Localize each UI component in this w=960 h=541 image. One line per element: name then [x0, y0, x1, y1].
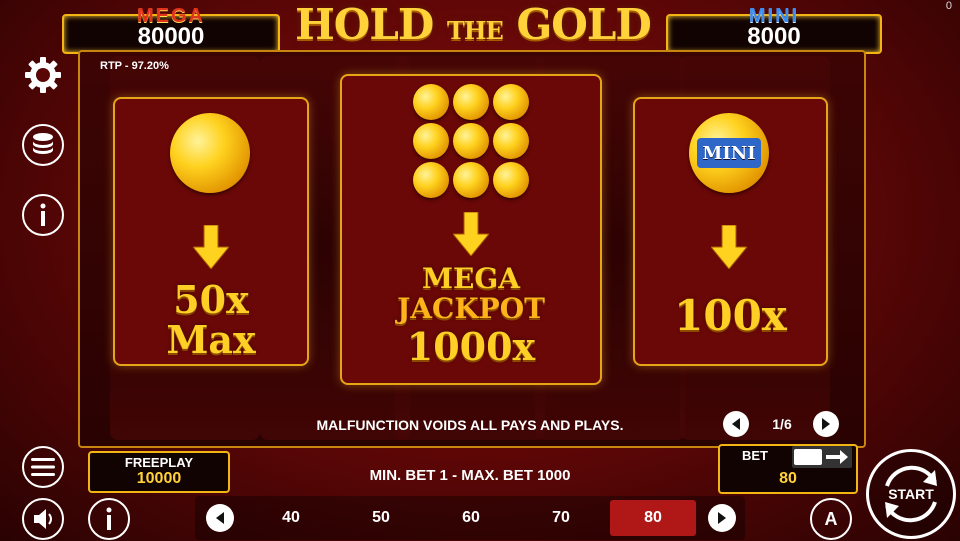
bet-toggle-knob: [794, 449, 822, 465]
chevron-right-icon: [822, 418, 830, 430]
logo-word-the: THE: [446, 16, 504, 45]
bet-next-button[interactable]: [708, 504, 736, 532]
bonus-panel-left: 50x Max: [113, 97, 309, 366]
info-side-button[interactable]: [22, 194, 64, 236]
freeplay-box: FREEPLAY 10000: [88, 451, 230, 493]
bonus-panel-center: MEGA JACKPOT 1000x: [340, 74, 602, 385]
arrow-down-icon: [193, 225, 229, 269]
gold-coin-icon: [413, 162, 449, 198]
center-multiplier: 1000x: [406, 324, 536, 369]
right-multiplier: 100x: [674, 291, 787, 340]
info-button[interactable]: [88, 498, 130, 540]
bet-label: BET: [742, 448, 768, 463]
left-multiplier: 50x: [173, 277, 249, 322]
chevron-right-icon: [718, 512, 726, 524]
mini-coin-icon: MINI: [689, 113, 769, 193]
coin-stack-icon: [33, 133, 53, 154]
logo-word-hold: HOLD: [295, 0, 434, 49]
start-label: START: [888, 486, 934, 502]
rtp-label: RTP - 97.20%: [100, 60, 169, 72]
gold-coin-icon: [413, 84, 449, 120]
autoplay-label: A: [824, 508, 838, 529]
gold-coin-icon: [453, 84, 489, 120]
logo-word-gold: GOLD: [516, 0, 651, 49]
bet-option[interactable]: 60: [431, 500, 511, 536]
arrow-down-icon: [711, 225, 747, 269]
bet-option[interactable]: 70: [521, 500, 601, 536]
game-logo: HOLD THE GOLD: [288, 2, 658, 54]
corner-counter: 0: [945, 0, 952, 12]
mega-jackpot-value: 80000: [137, 23, 205, 50]
arrow-down-icon: [453, 212, 489, 256]
bet-prev-button[interactable]: [206, 504, 234, 532]
bet-option[interactable]: 40: [251, 500, 331, 536]
start-button[interactable]: START: [866, 449, 956, 539]
gold-coin-icon: [453, 162, 489, 198]
pager-prev-button[interactable]: [723, 411, 749, 437]
arrow-right-icon: [826, 450, 848, 464]
pager-label: 1/6: [772, 416, 792, 432]
info-icon: [106, 507, 112, 530]
malfunction-notice: MALFUNCTION VOIDS ALL PAYS AND PLAYS.: [316, 417, 624, 433]
gold-coin-icon: [493, 123, 529, 159]
bet-range-label: MIN. BET 1 - MAX. BET 1000: [369, 467, 571, 484]
mega-label: MEGA: [422, 262, 520, 295]
bet-option[interactable]: 50: [341, 500, 421, 536]
mini-jackpot-value: 8000: [747, 23, 801, 50]
speaker-icon: [34, 509, 52, 529]
gold-coin-icon: [413, 123, 449, 159]
gold-coin-icon: [170, 113, 250, 193]
gold-coin-icon: [493, 162, 529, 198]
mini-coin-label: MINI: [697, 138, 761, 168]
bet-option-selected[interactable]: 80: [610, 500, 696, 536]
jackpot-label: JACKPOT: [397, 292, 545, 325]
bonus-panel-right: MINI 100x: [633, 97, 828, 366]
autoplay-button[interactable]: A: [810, 498, 852, 540]
mini-jackpot-box: MINI 8000: [666, 6, 882, 54]
gold-coin-icon: [453, 123, 489, 159]
gear-icon: [25, 57, 61, 93]
bet-box: BET 80: [718, 444, 858, 494]
bet-toggle[interactable]: [792, 446, 852, 468]
mega-jackpot-box: MEGA 80000: [62, 6, 280, 54]
coins-button[interactable]: [22, 124, 64, 166]
pager-next-button[interactable]: [813, 411, 839, 437]
info-icon: [40, 203, 46, 226]
chevron-left-icon: [216, 512, 224, 524]
freeplay-label: FREEPLAY: [124, 455, 194, 470]
menu-button[interactable]: [22, 446, 64, 488]
settings-button[interactable]: [22, 54, 64, 96]
freeplay-value: 10000: [136, 470, 182, 487]
chevron-left-icon: [732, 418, 740, 430]
bet-value: 80: [779, 470, 797, 487]
sound-button[interactable]: [22, 498, 64, 540]
hamburger-icon: [31, 458, 55, 476]
gold-coin-icon: [493, 84, 529, 120]
left-max-label: Max: [166, 317, 256, 362]
